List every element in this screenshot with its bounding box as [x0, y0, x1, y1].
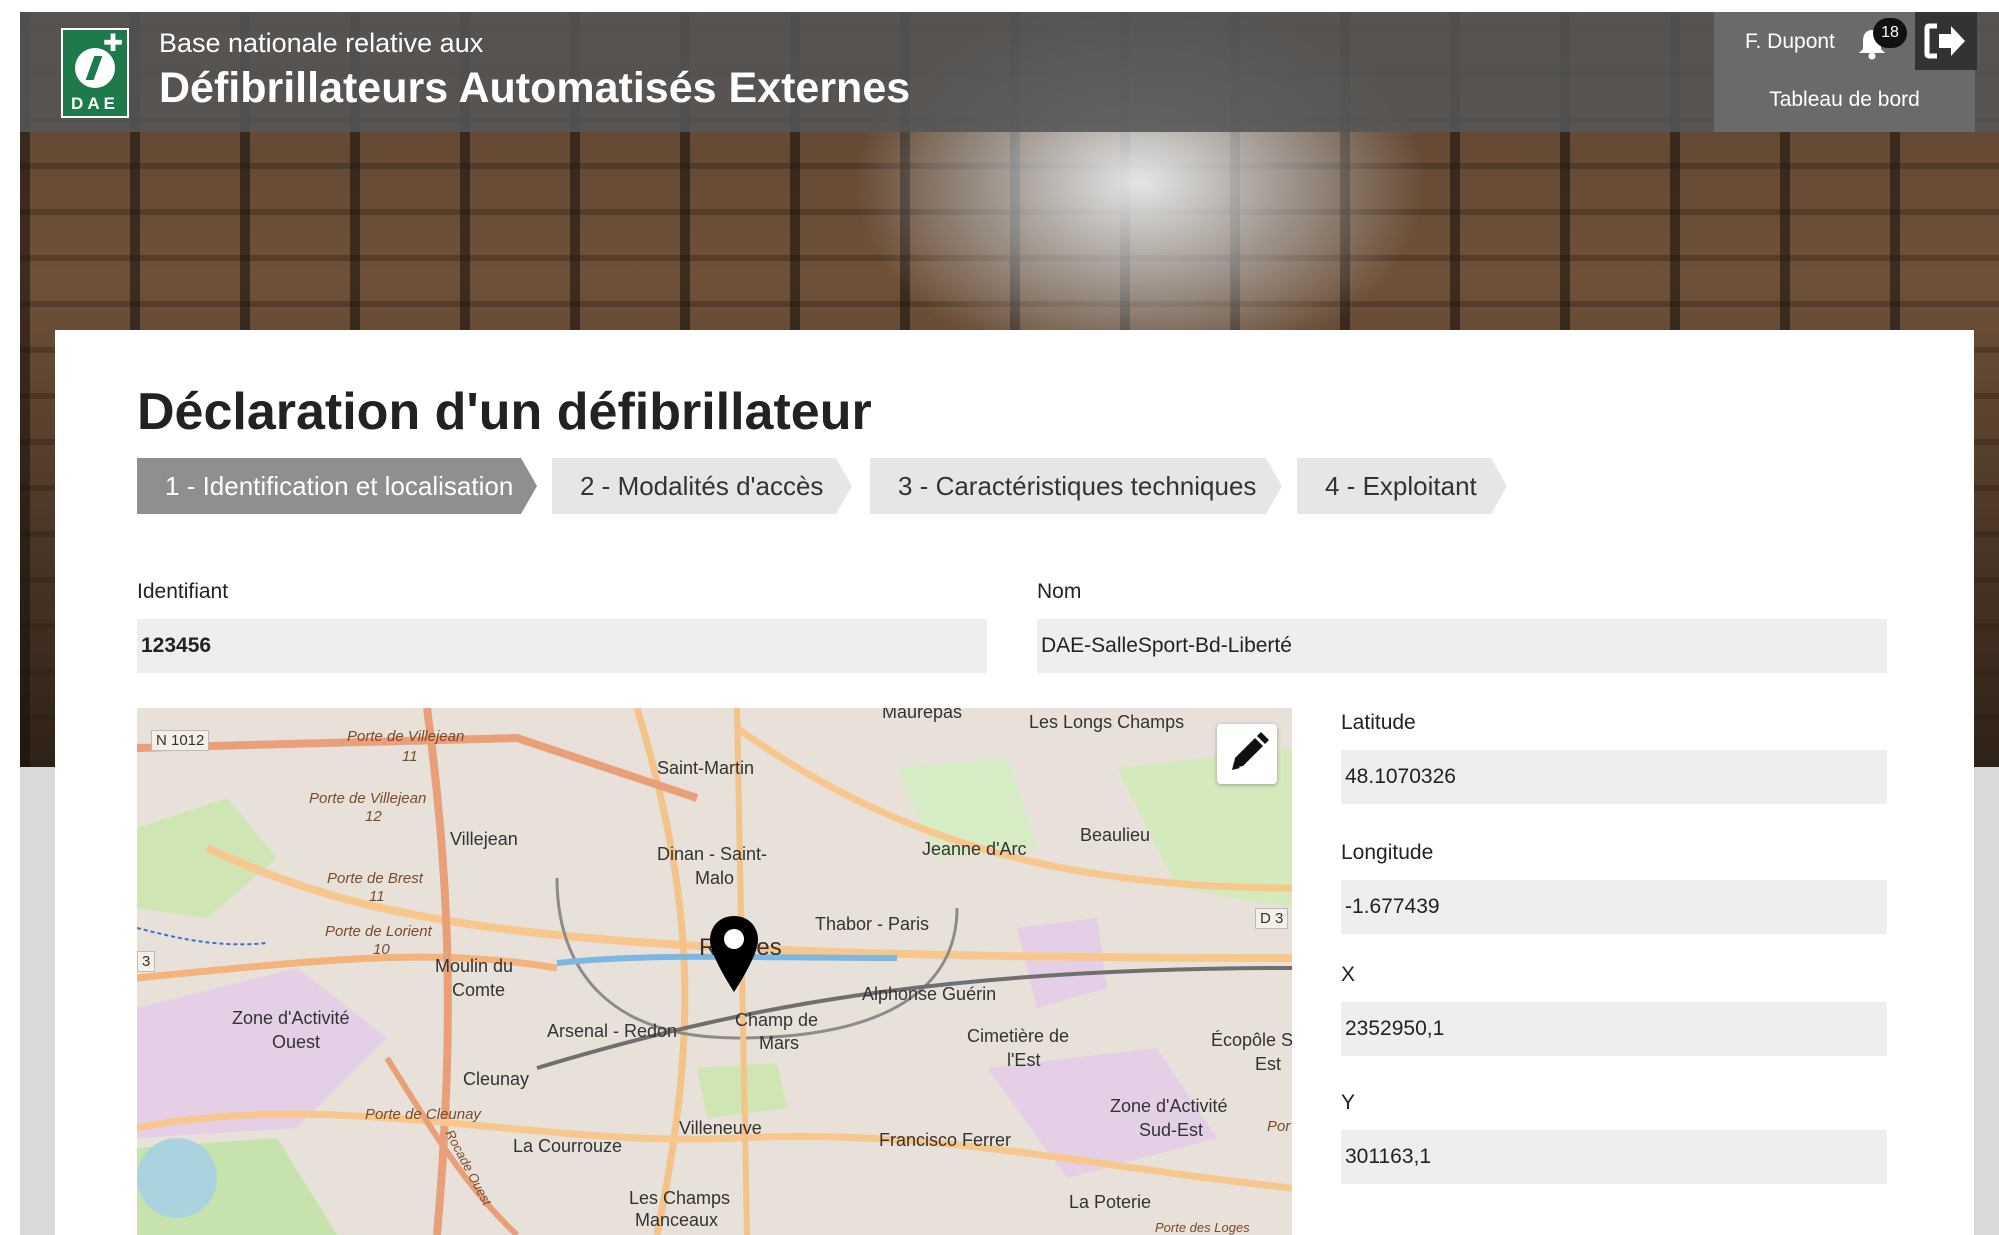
map-label: La Courrouze — [513, 1136, 623, 1156]
map-label: Comte — [452, 980, 506, 1000]
dae-logo[interactable]: ✚ DAE — [61, 28, 129, 118]
map-label: Cleunay — [463, 1069, 530, 1089]
map-label: Zone d'Activité — [1110, 1096, 1228, 1116]
map-label: 12 — [365, 808, 382, 825]
step-exploitant[interactable]: 4 - Exploitant — [1297, 458, 1507, 514]
logo-text: DAE — [71, 94, 119, 113]
map-label: Ouest — [272, 1032, 321, 1052]
edit-location-button[interactable] — [1217, 724, 1277, 784]
map-label: Beaulieu — [1080, 825, 1151, 845]
map-label: Porte de Villejean — [309, 790, 427, 807]
map-label: Zone d'Activité — [232, 1008, 350, 1028]
logout-icon — [1924, 23, 1965, 59]
map-label: Porte de Lorient — [325, 923, 432, 940]
map-label: Les Champs — [629, 1188, 731, 1208]
identifiant-label: Identifiant — [137, 580, 229, 603]
map-label: Villeneuve — [679, 1118, 762, 1138]
map-label: Est — [1255, 1054, 1282, 1074]
x-label: X — [1341, 963, 1356, 986]
map-label: Jeanne d'Arc — [922, 839, 1027, 859]
map-label: Saint-Martin — [657, 758, 755, 778]
map-label: Porte de Villejean — [347, 728, 465, 745]
map-label: Manceaux — [635, 1210, 719, 1230]
x-field[interactable]: 2352950,1 — [1341, 1002, 1887, 1056]
plus-icon: ✚ — [102, 30, 123, 57]
longitude-field[interactable]: -1.677439 — [1341, 880, 1887, 934]
dashboard-link[interactable]: Tableau de bord — [1714, 88, 1975, 112]
map-label: 3 — [137, 951, 156, 972]
map-label: Maurepas — [882, 708, 963, 722]
map-label: Dinan - Saint- — [657, 844, 768, 864]
latitude-field[interactable]: 48.1070326 — [1341, 750, 1887, 804]
map-label: Arsenal - Redon — [547, 1021, 678, 1041]
site-title: Défibrillateurs Automatisés Externes — [159, 64, 911, 112]
map-label: Écopôle S — [1211, 1030, 1292, 1050]
nom-label: Nom — [1037, 580, 1082, 603]
map-label: 11 — [369, 888, 385, 905]
map-label: Porte de Cleunay — [365, 1106, 481, 1123]
map-label: l'Est — [1007, 1050, 1041, 1070]
identifiant-field[interactable]: 123456 — [137, 619, 987, 673]
map-label: Thabor - Paris — [815, 914, 930, 934]
user-name[interactable]: F. Dupont — [1745, 30, 1835, 54]
map-label: Francisco Ferrer — [879, 1130, 1012, 1150]
nom-field[interactable]: DAE-SalleSport-Bd-Liberté — [1037, 619, 1887, 673]
latitude-label: Latitude — [1341, 711, 1416, 734]
map-label: 10 — [373, 941, 390, 958]
step-caracteristiques-techniques[interactable]: 3 - Caractéristiques techniques — [870, 458, 1282, 514]
map-label: Champ de — [735, 1010, 819, 1030]
map-label: Alphonse Guérin — [862, 984, 997, 1004]
map-label: Mars — [759, 1033, 799, 1053]
step-modalites-acces[interactable]: 2 - Modalités d'accès — [552, 458, 852, 514]
longitude-label: Longitude — [1341, 841, 1434, 864]
map-label: N 1012 — [151, 730, 210, 751]
y-label: Y — [1341, 1091, 1356, 1114]
map-label: D 3 — [1255, 908, 1289, 929]
site-subtitle: Base nationale relative aux — [159, 28, 484, 58]
y-field[interactable]: 301163,1 — [1341, 1130, 1887, 1184]
map-marker-icon[interactable] — [708, 914, 760, 994]
map-label: Malo — [695, 868, 735, 888]
logout-button[interactable] — [1915, 12, 1977, 70]
map-label: Porte de Brest — [327, 870, 423, 887]
map-label: Cimetière de — [967, 1026, 1070, 1046]
map-label: Moulin du — [435, 956, 514, 976]
map-label: Villejean — [450, 829, 518, 849]
step-identification[interactable]: 1 - Identification et localisation — [137, 458, 537, 514]
map-label: Porte des Loges — [1155, 1220, 1250, 1235]
notification-badge: 18 — [1873, 18, 1907, 48]
map-label: La Poterie — [1069, 1192, 1152, 1212]
map-label: Por — [1267, 1118, 1291, 1135]
page-title: Déclaration d'un défibrillateur — [137, 383, 872, 441]
map-label: 11 — [402, 748, 418, 765]
pencil-icon — [1232, 732, 1269, 770]
map-label: Sud-Est — [1139, 1120, 1204, 1140]
map-label: Les Longs Champs — [1029, 712, 1185, 732]
